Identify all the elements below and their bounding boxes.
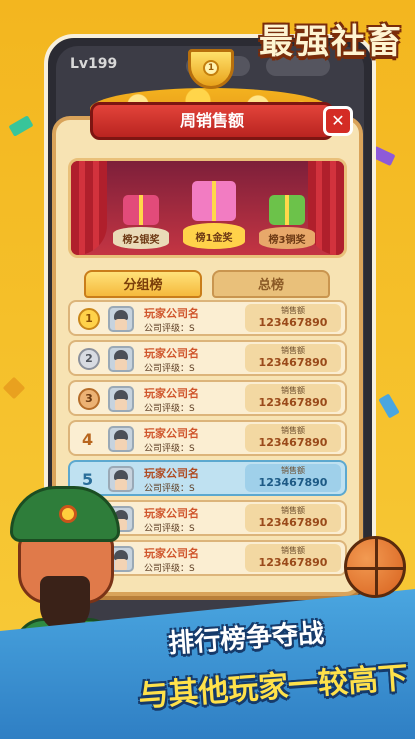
sales-value: 123467890 (258, 316, 328, 329)
company-name: 玩家公司名 (144, 347, 199, 360)
gift-icon (123, 195, 159, 225)
basketball-icon (344, 536, 406, 598)
company-name: 玩家公司名 (144, 507, 199, 520)
leaderboard-row[interactable]: 4 玩家公司名公司评级：S 销售额 123467890 (68, 420, 347, 456)
rank-number: 4 (82, 430, 94, 449)
podium-first-label: 榜1金奖 (183, 223, 245, 249)
sales-value: 123467890 (258, 556, 328, 569)
prize-podium: 榜2银奖 榜1金奖 榜3铜奖 (68, 158, 347, 258)
sales-box: 销售额 123467890 (245, 344, 341, 372)
confetti-decoration (378, 393, 400, 419)
avatar (108, 346, 134, 372)
company-grade: 公司评级：S (144, 484, 195, 494)
company-grade: 公司评级：S (144, 444, 195, 454)
podium-third-label: 榜3铜奖 (259, 227, 315, 249)
company-grade: 公司评级：S (144, 404, 195, 414)
rank-medal-icon: 1 (78, 308, 100, 330)
avatar (108, 306, 134, 332)
character-hat (10, 486, 120, 542)
hat-gem-icon (59, 505, 77, 523)
avatar (108, 386, 134, 412)
leaderboard-row[interactable]: 1 玩家公司名公司评级：S 销售额 123467890 (68, 300, 347, 336)
company-name: 玩家公司名 (144, 467, 199, 480)
sales-box: 销售额 123467890 (245, 424, 341, 452)
sales-box: 销售额 123467890 (245, 384, 341, 412)
leaderboard-row[interactable]: 3 玩家公司名公司评级：S 销售额 123467890 (68, 380, 347, 416)
medal-icon: 1 (203, 60, 219, 76)
sales-box: 销售额 123467890 (245, 304, 341, 332)
sales-label: 销售额 (281, 546, 305, 555)
sales-label: 销售额 (281, 466, 305, 475)
sales-label: 销售额 (281, 506, 305, 515)
company-name: 玩家公司名 (144, 547, 199, 560)
tab-total-ranking[interactable]: 总榜 (212, 270, 330, 298)
leaderboard-row[interactable]: 2 玩家公司名公司评级：S 销售额 123467890 (68, 340, 347, 376)
sales-label: 销售额 (281, 386, 305, 395)
sales-label: 销售额 (281, 306, 305, 315)
sales-value: 123467890 (258, 516, 328, 529)
rank-medal-icon: 2 (78, 348, 100, 370)
avatar (108, 426, 134, 452)
sales-value: 123467890 (258, 356, 328, 369)
rank-medal-icon: 3 (78, 388, 100, 410)
sales-box: 销售额 123467890 (245, 504, 341, 532)
company-grade: 公司评级：S (144, 364, 195, 374)
company-name: 玩家公司名 (144, 387, 199, 400)
tab-group-ranking[interactable]: 分组榜 (84, 270, 202, 298)
sales-value: 123467890 (258, 436, 328, 449)
podium-third: 榜3铜奖 (259, 195, 315, 249)
sales-box: 销售额 123467890 (245, 544, 341, 572)
app-screen: Lv199 最强社畜 1 周销售额 ✕ 榜2银奖 榜1金奖 榜3铜奖 分组榜 总… (0, 0, 415, 739)
gift-icon (269, 195, 305, 225)
curtain-left (71, 161, 107, 255)
leaderboard-tabs: 分组榜 总榜 (76, 270, 342, 298)
sales-value: 123467890 (258, 396, 328, 409)
modal-title: 周销售额 (90, 102, 334, 140)
trophy-icon: 1 (188, 49, 234, 89)
company-grade: 公司评级：S (144, 324, 195, 334)
podium-second-label: 榜2银奖 (113, 227, 169, 249)
company-grade: 公司评级：S (144, 564, 195, 574)
company-name: 玩家公司名 (144, 427, 199, 440)
podium-second: 榜2银奖 (113, 195, 169, 249)
confetti-decoration (8, 115, 34, 137)
sales-box: 销售额 123467890 (245, 464, 341, 492)
sales-label: 销售额 (281, 346, 305, 355)
company-name: 玩家公司名 (144, 307, 199, 320)
close-button[interactable]: ✕ (323, 106, 353, 136)
podium-first: 榜1金奖 (183, 181, 245, 249)
sales-label: 销售额 (281, 426, 305, 435)
sales-value: 123467890 (258, 476, 328, 489)
confetti-decoration (2, 376, 26, 400)
company-grade: 公司评级：S (144, 524, 195, 534)
gift-icon (192, 181, 236, 221)
